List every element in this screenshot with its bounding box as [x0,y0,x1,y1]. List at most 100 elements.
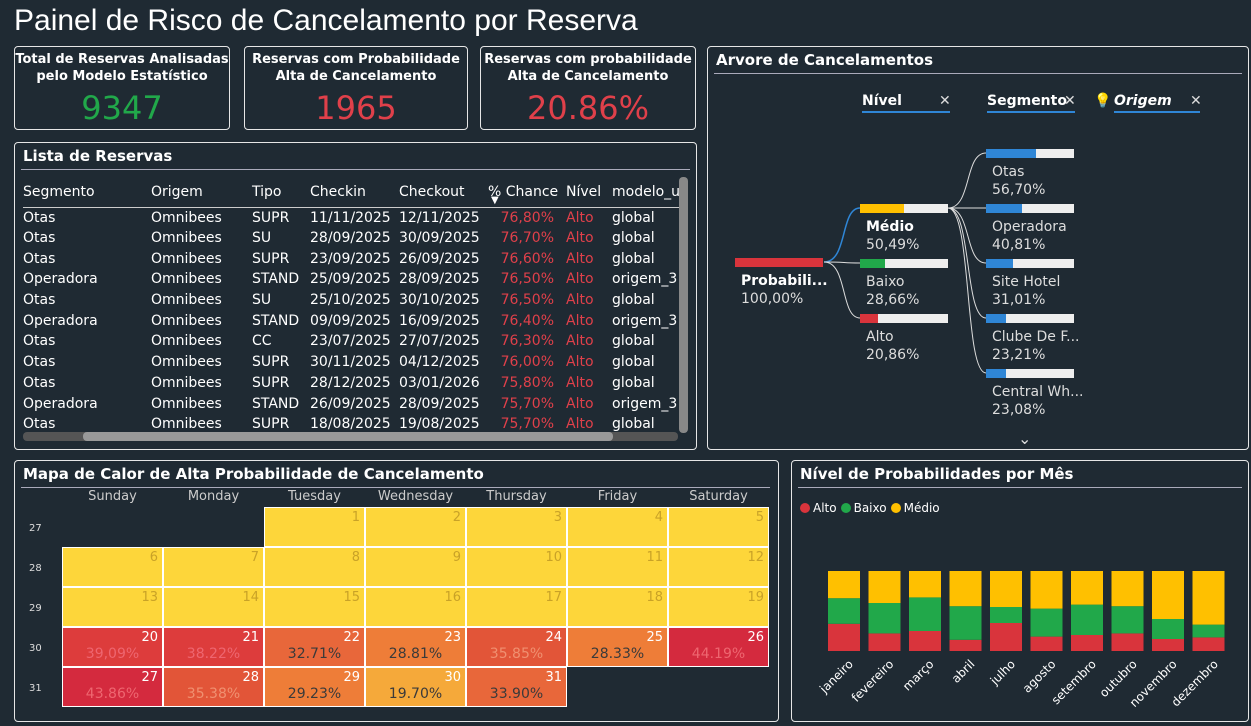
tree-node-nivel-bar[interactable] [860,314,948,323]
tree-node-segmento-bar[interactable] [986,369,1074,378]
tree-node-segmento[interactable]: Site Hotel 31,01% [992,273,1060,309]
tree-node-segmento-bar[interactable] [986,204,1074,213]
calendar-cell[interactable]: 31 33.90% [466,667,567,707]
bar-baixo[interactable] [990,607,1022,623]
calendar-cell[interactable]: 18 [567,587,668,627]
column-header[interactable]: modelo_u [612,177,682,208]
bar-baixo[interactable] [1030,608,1063,637]
calendar-cell[interactable]: 21 38.22% [163,627,264,667]
bar-baixo[interactable] [1111,606,1144,634]
bar-médio[interactable] [949,571,982,607]
table-row[interactable]: Otas Omnibees SUPR 28/12/2025 03/01/2026 75,8… [23,373,682,394]
tree-node-segmento-bar[interactable] [986,259,1074,268]
column-header[interactable]: Segmento [23,177,151,208]
calendar-cell[interactable]: 15 [264,587,365,627]
bar-médio[interactable] [909,571,941,598]
calendar-cell[interactable]: 5 [668,507,769,547]
table-row[interactable]: Otas Omnibees CC 23/07/2025 27/07/2025 76,30%… [23,331,682,352]
table-row[interactable]: Operadora Omnibees STAND 25/09/2025 28/09/20… [23,269,682,290]
bar-alto[interactable] [1152,639,1184,651]
bar-alto[interactable] [949,639,982,651]
close-icon[interactable]: ✕ [1064,93,1076,109]
calendar-cell[interactable]: 20 39,09% [62,627,163,667]
bar-médio[interactable] [1192,571,1225,625]
tree-node-root-bar[interactable] [735,258,823,267]
tree-node-nivel[interactable]: Baixo 28,66% [866,273,919,309]
calendar-cell[interactable]: 25 28.33% [567,627,668,667]
bar-médio[interactable] [1030,571,1063,609]
bar-alto[interactable] [990,623,1022,651]
sort-desc-icon[interactable]: ▼ [491,195,499,206]
bar-baixo[interactable] [1152,619,1184,639]
bar-baixo[interactable] [1071,604,1103,635]
bar-alto[interactable] [1030,636,1063,651]
calendar-cell[interactable]: 8 [264,547,365,587]
calendar-cell[interactable]: 27 43.86% [62,667,163,707]
scroll-thumb[interactable] [83,432,613,441]
calendar-cell[interactable]: 9 [365,547,466,587]
bar-médio[interactable] [1071,571,1103,605]
calendar-cell[interactable]: 14 [163,587,264,627]
tree-header-origem[interactable]: Origem [1114,93,1200,113]
tree-node-root[interactable]: Probabili... 100,00% [741,272,828,308]
tree-node-segmento-bar[interactable] [986,314,1074,323]
bar-alto[interactable] [1071,635,1103,651]
calendar-cell[interactable]: 16 [365,587,466,627]
tree-node-nivel-bar[interactable] [860,204,948,213]
bar-médio[interactable] [868,571,901,603]
table-row[interactable]: Otas Omnibees SU 25/10/2025 30/10/2025 76,50%… [23,290,682,311]
column-header[interactable]: Checkin [310,177,399,208]
column-header[interactable]: Nível [566,177,612,208]
calendar-cell[interactable]: 6 [62,547,163,587]
calendar-cell[interactable]: 11 [567,547,668,587]
bar-baixo[interactable] [949,606,982,640]
tree-header-nivel[interactable]: Nível [862,93,950,113]
tree-node-segmento[interactable]: Operadora 40,81% [992,218,1067,254]
tree-node-segmento-bar[interactable] [986,149,1074,158]
vertical-scrollbar[interactable] [679,177,688,433]
tree-node-segmento[interactable]: Otas 56,70% [992,163,1045,199]
column-header[interactable]: % Chance [488,177,566,208]
bar-médio[interactable] [1111,571,1144,607]
column-header[interactable]: Origem [151,177,252,208]
tree-node-nivel[interactable]: Alto 20,86% [866,328,919,364]
table-row[interactable]: Operadora Omnibees STAND 09/09/2025 16/09/20… [23,310,682,331]
table-row[interactable]: Otas Omnibees SUPR 23/09/2025 26/09/2025 76,6… [23,248,682,269]
table-row[interactable]: Operadora Omnibees STAND 26/09/2025 28/09/20… [23,393,682,414]
calendar-cell[interactable]: 22 32.71% [264,627,365,667]
bar-baixo[interactable] [868,603,901,634]
calendar-cell[interactable]: 10 [466,547,567,587]
calendar-cell[interactable]: 26 44.19% [668,627,769,667]
calendar-cell[interactable]: 29 29.23% [264,667,365,707]
calendar-cell[interactable]: 30 19.70% [365,667,466,707]
calendar-cell[interactable]: 17 [466,587,567,627]
calendar-cell[interactable]: 2 [365,507,466,547]
table-row[interactable]: Otas Omnibees SUPR 30/11/2025 04/12/2025 76,0… [23,352,682,373]
bar-alto[interactable] [909,631,941,651]
chevron-down-icon[interactable]: ⌄ [1018,429,1031,448]
bar-alto[interactable] [1192,637,1225,651]
bar-médio[interactable] [828,571,860,599]
bar-alto[interactable] [1111,633,1144,651]
column-header[interactable]: Checkout [399,177,488,208]
table-row[interactable]: Otas Omnibees SU 28/09/2025 30/09/2025 76,70%… [23,228,682,249]
calendar-cell[interactable]: 24 35.85% [466,627,567,667]
horizontal-scrollbar[interactable] [23,432,678,441]
tree-node-nivel-bar[interactable] [860,259,948,268]
bar-alto[interactable] [868,633,901,651]
bar-baixo[interactable] [828,598,860,624]
table-row[interactable]: Otas Omnibees SUPR 11/11/2025 12/11/2025 76,8… [23,207,682,228]
bar-alto[interactable] [828,623,860,651]
calendar-cell[interactable]: 7 [163,547,264,587]
calendar-cell[interactable]: 28 35.38% [163,667,264,707]
close-icon[interactable]: ✕ [939,93,951,109]
calendar-cell[interactable]: 19 [668,587,769,627]
calendar-cell[interactable]: 4 [567,507,668,547]
close-icon[interactable]: ✕ [1190,93,1202,109]
tree-node-nivel[interactable]: Médio 50,49% [866,218,919,254]
column-header[interactable]: Tipo [252,177,310,208]
bar-baixo[interactable] [1192,624,1225,638]
tree-node-segmento[interactable]: Central Wh... 23,08% [992,383,1084,419]
tree-node-segmento[interactable]: Clube De F... 23,21% [992,328,1080,364]
tree-header-segmento[interactable]: Segmento [987,93,1075,113]
